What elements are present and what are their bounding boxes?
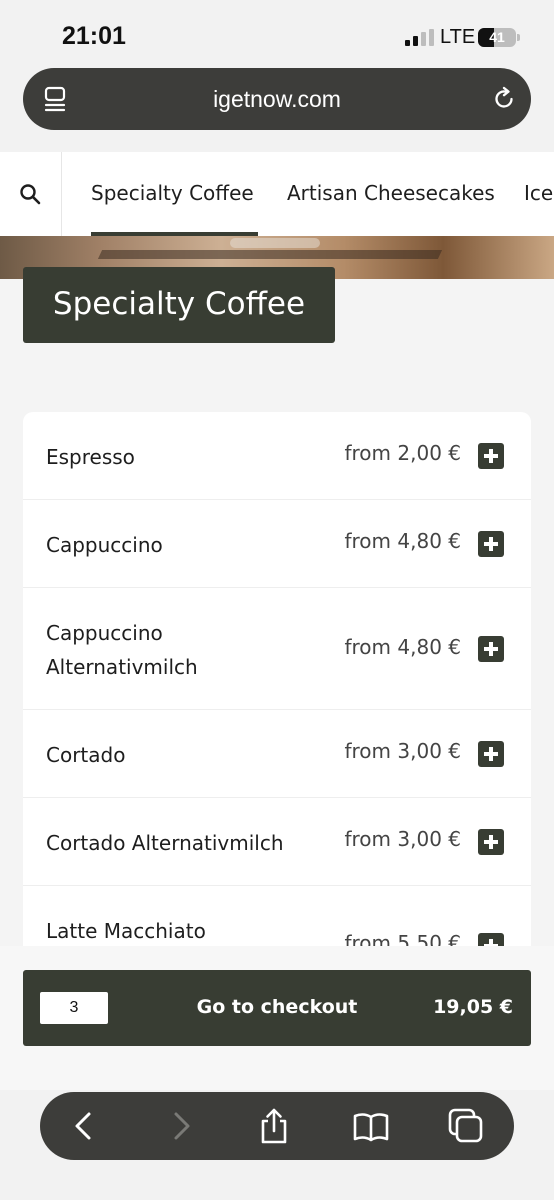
product-price: from 3,00 € [344,739,461,763]
product-row[interactable]: Cortado Alternativmilch from 3,00 € [23,798,531,886]
network-type: LTE [440,26,476,48]
tab-ice[interactable]: Ice [524,181,553,205]
status-time: 21:01 [62,22,126,50]
product-row[interactable]: Espresso from 2,00 € [23,412,531,500]
hero-image-highlight [230,238,320,248]
add-to-cart-button[interactable] [478,636,504,662]
add-to-cart-button[interactable] [478,443,504,469]
category-nav: Specialty Coffee Artisan Cheesecakes Ice [0,152,554,236]
product-price: from 4,80 € [344,529,461,553]
battery-nub [517,34,520,41]
tab-specialty-coffee[interactable]: Specialty Coffee [91,181,254,205]
forward-arrow-icon[interactable] [161,1106,201,1146]
product-name: Cortado [46,743,126,767]
product-row[interactable]: Cappuccino from 4,80 € [23,500,531,588]
product-price: from 3,00 € [344,827,461,851]
section-title: Specialty Coffee [52,286,306,322]
section-title-box: Specialty Coffee [23,267,335,343]
bookmarks-icon[interactable] [351,1106,391,1146]
battery-icon: 41 [478,28,516,47]
cellular-signal-icon [405,29,434,46]
add-to-cart-button[interactable] [478,531,504,557]
address-bar[interactable]: igetnow.com [23,68,531,130]
product-price: from 4,80 € [344,635,461,659]
browser-toolbar [40,1092,514,1160]
checkout-area: 3 Go to checkout 19,05 € [0,946,554,1090]
hero-image-detail [97,250,443,259]
product-name: Cappuccino [46,533,163,557]
product-name: Cortado Alternativmilch [46,831,284,855]
product-name: Latte Macchiato [46,919,206,943]
url-text[interactable]: igetnow.com [23,68,531,130]
product-name: Cappuccino Alternativmilch [46,621,198,679]
add-to-cart-button[interactable] [478,741,504,767]
nav-divider [61,152,62,236]
browser-top-chrome: igetnow.com [0,66,554,152]
share-icon[interactable] [254,1106,294,1146]
add-to-cart-button[interactable] [478,829,504,855]
tabs-icon[interactable] [446,1106,486,1146]
status-bar: 21:01 LTE 41 [0,0,554,66]
search-icon[interactable] [19,183,41,205]
product-row[interactable]: Cappuccino Alternativmilch from 4,80 € [23,588,531,710]
product-price: from 2,00 € [344,441,461,465]
product-name: Espresso [46,445,135,469]
tab-artisan-cheesecakes[interactable]: Artisan Cheesecakes [287,181,495,205]
cart-total: 19,05 € [433,996,513,1018]
battery-percent: 41 [489,29,505,45]
reload-icon[interactable] [491,86,517,112]
product-row[interactable]: Cortado from 3,00 € [23,710,531,798]
back-arrow-icon[interactable] [64,1106,104,1146]
browser-bottom-chrome [0,1090,554,1200]
product-list: Espresso from 2,00 € Cappuccino from 4,8… [23,412,531,972]
checkout-button[interactable]: 3 Go to checkout 19,05 € [23,970,531,1046]
